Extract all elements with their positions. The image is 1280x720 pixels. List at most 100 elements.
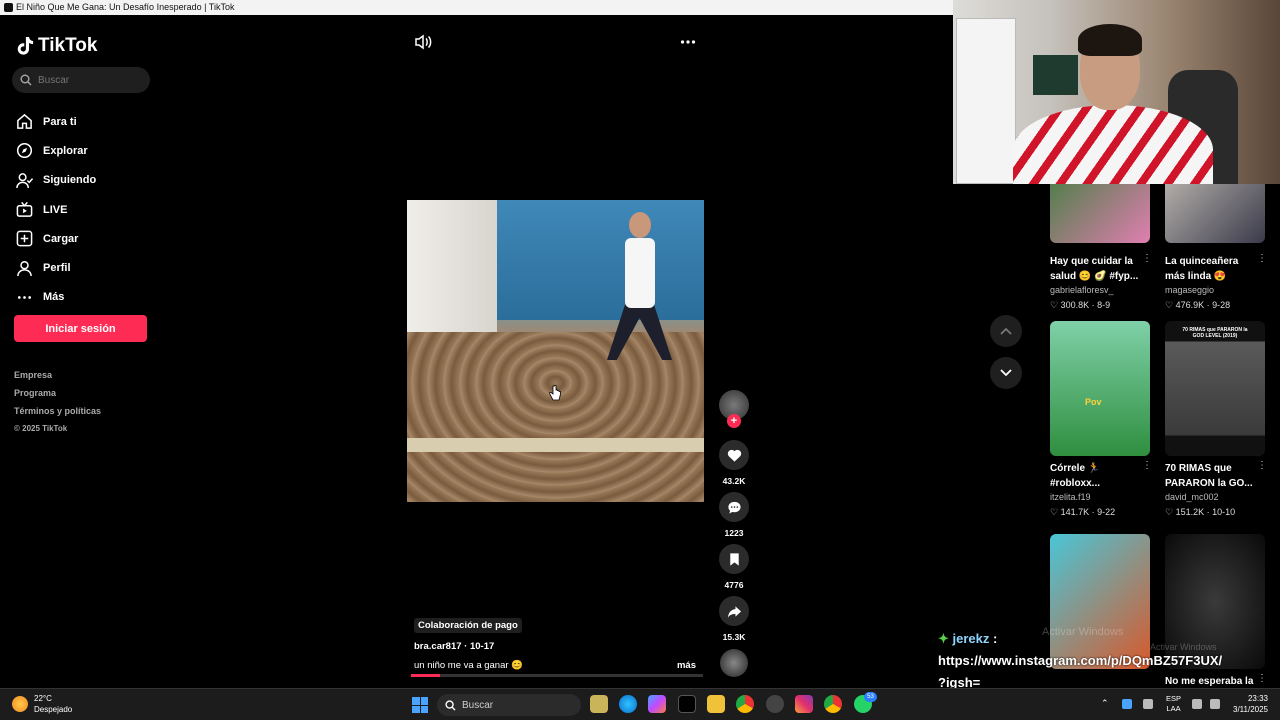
nav-label: LIVE [43, 203, 68, 216]
video-child-head [629, 212, 651, 238]
nav-label: Más [43, 291, 65, 304]
clock-time: 23:33 [1247, 694, 1268, 703]
login-button[interactable]: Iniciar sesión [14, 315, 147, 342]
recommended-title[interactable]: La quinceañera más linda 😍 [1165, 254, 1257, 284]
input-language[interactable]: ESP LAA [1166, 694, 1181, 714]
card-more-icon[interactable]: ⋮ [1142, 460, 1152, 471]
nav-item-mas[interactable]: Más [16, 283, 96, 312]
following-icon [16, 172, 33, 188]
weather-condition: Despejado [34, 705, 73, 714]
clock[interactable]: 23:33 3/11/2025 [1233, 693, 1268, 715]
window-titlebar: El Niño Que Me Gana: Un Desafío Inespera… [0, 0, 953, 15]
webcam-overlay [953, 0, 1280, 184]
sponsored-badge: Colaboración de pago [414, 618, 522, 633]
tray-network-icon[interactable] [1192, 699, 1202, 709]
recommended-user[interactable]: david_mc002 [1165, 492, 1219, 502]
save-button[interactable] [719, 544, 749, 574]
tiktok-logo[interactable]: TikTok [16, 35, 97, 57]
taskbar-folder-icon[interactable] [707, 695, 725, 713]
video-author[interactable]: bra.car817 · 10-17 [414, 641, 704, 652]
chat-message-line1: https://www.instagram.com/p/DQmBZ57F3UX/ [938, 653, 1223, 668]
post-date: 9-22 [1097, 507, 1116, 517]
video-player[interactable] [407, 200, 704, 502]
nav-item-perfil[interactable]: Perfil [16, 253, 96, 282]
nav-label: Para ti [43, 115, 77, 128]
taskbar-tiktok-icon[interactable] [678, 695, 696, 713]
recommended-stats: ♡ 151.2K · 10-10 [1165, 507, 1236, 517]
search-box[interactable] [12, 67, 150, 93]
home-icon [17, 114, 32, 130]
like-count: 43.2K [722, 476, 746, 486]
video-scene-stripe [407, 438, 704, 452]
comment-button[interactable] [719, 492, 749, 522]
footer-link-terminos[interactable]: Términos y políticas [14, 406, 101, 424]
next-video-button[interactable] [990, 357, 1022, 389]
card-more-icon[interactable]: ⋮ [1257, 460, 1267, 471]
video-caption: Colaboración de pago bra.car817 · 10-17 … [414, 615, 704, 671]
nav-item-live[interactable]: LIVE [16, 195, 96, 224]
footer-copyright: © 2025 TikTok [14, 424, 68, 433]
taskbar-instagram-icon[interactable] [795, 695, 813, 713]
nav-item-explorar[interactable]: Explorar [16, 136, 96, 165]
video-progress-bar[interactable] [411, 674, 703, 677]
main-nav: Para ti Explorar Siguiendo LIVE Cargar P… [16, 107, 96, 312]
taskbar-edge-icon[interactable] [619, 695, 637, 713]
more-link[interactable]: más [677, 660, 696, 671]
recommended-stats: ♡ 141.7K · 9-22 [1050, 507, 1116, 517]
tray-mic-icon[interactable] [1143, 699, 1153, 709]
recommended-title[interactable]: 70 RIMAS que PARARON la GO... [1165, 461, 1257, 491]
recommended-title[interactable]: Córrele 🏃 #robloxx... [1050, 461, 1142, 491]
taskbar-app-notes-icon[interactable] [590, 695, 608, 713]
video-child-body [625, 238, 655, 308]
search-input[interactable] [38, 74, 138, 86]
tray-volume-icon[interactable] [1210, 699, 1220, 709]
like-button[interactable] [719, 440, 749, 470]
recommended-user[interactable]: itzelita.f19 [1050, 492, 1091, 502]
card-more-icon[interactable]: ⋮ [1142, 253, 1152, 264]
footer-link-empresa[interactable]: Empresa [14, 370, 101, 388]
chat-overlay: ✦ jerekz : https://www.instagram.com/p/D… [938, 628, 1222, 694]
post-date: 10-10 [1212, 507, 1236, 517]
recommended-title[interactable]: Hay que cuidar la salud 😊 🥑 #fyp... [1050, 254, 1142, 284]
more-icon [17, 296, 32, 299]
tiktok-note-icon [17, 37, 34, 55]
taskbar-chrome-icon[interactable] [736, 695, 754, 713]
taskbar-search[interactable]: Buscar [437, 694, 581, 716]
video-options-icon[interactable] [680, 38, 696, 46]
webcam-fridge [956, 18, 1016, 184]
thumb-text-rimas: 70 RIMAS que PARARON la GOD LEVEL (2019) [1182, 327, 1248, 339]
taskbar-copilot-icon[interactable] [648, 695, 666, 713]
recommended-user[interactable]: gabrielafloresv_ [1050, 285, 1114, 295]
nav-item-para-ti[interactable]: Para ti [16, 107, 96, 136]
comment-count: 1223 [724, 528, 744, 538]
nav-item-cargar[interactable]: Cargar [16, 224, 96, 253]
volume-icon[interactable] [414, 34, 432, 50]
nav-label: Cargar [43, 232, 79, 245]
input-language-code: ESP [1166, 694, 1182, 703]
footer-link-programa[interactable]: Programa [14, 388, 101, 406]
recommended-stats: ♡ 300.8K · 8-9 [1050, 300, 1111, 310]
tray-overflow-chevron-icon[interactable]: ⌃ [1101, 698, 1109, 709]
footer-links: Empresa Programa Términos y políticas © … [14, 370, 101, 442]
tray-cloud-icon[interactable] [1122, 699, 1132, 709]
weather-widget[interactable]: 22°C Despejado [12, 693, 72, 715]
clock-date: 3/11/2025 [1233, 705, 1268, 714]
thumb-text-pov: Pov [1085, 397, 1102, 407]
recommended-user[interactable]: magaseggio [1165, 285, 1214, 295]
card-more-icon[interactable]: ⋮ [1257, 673, 1267, 684]
view-count: 151.2K [1175, 507, 1205, 517]
share-button[interactable] [719, 596, 749, 626]
follow-plus-button[interactable]: + [727, 414, 741, 428]
taskbar-chrome-profile-icon[interactable] [824, 695, 842, 713]
recommended-thumbnail[interactable]: Pov [1050, 321, 1150, 456]
windows-start-icon[interactable] [412, 697, 428, 713]
nav-item-siguiendo[interactable]: Siguiendo [16, 166, 96, 195]
video-description: un niño me va a ganar 😊 [414, 660, 524, 671]
heart-icon [727, 449, 741, 462]
card-more-icon[interactable]: ⋮ [1257, 253, 1267, 264]
previous-video-button[interactable] [990, 315, 1022, 347]
recommended-thumbnail[interactable]: 70 RIMAS que PARARON la GOD LEVEL (2019) [1165, 321, 1265, 456]
music-disc-avatar[interactable] [720, 649, 748, 677]
bookmark-icon [729, 552, 739, 566]
taskbar-obs-icon[interactable] [766, 695, 784, 713]
